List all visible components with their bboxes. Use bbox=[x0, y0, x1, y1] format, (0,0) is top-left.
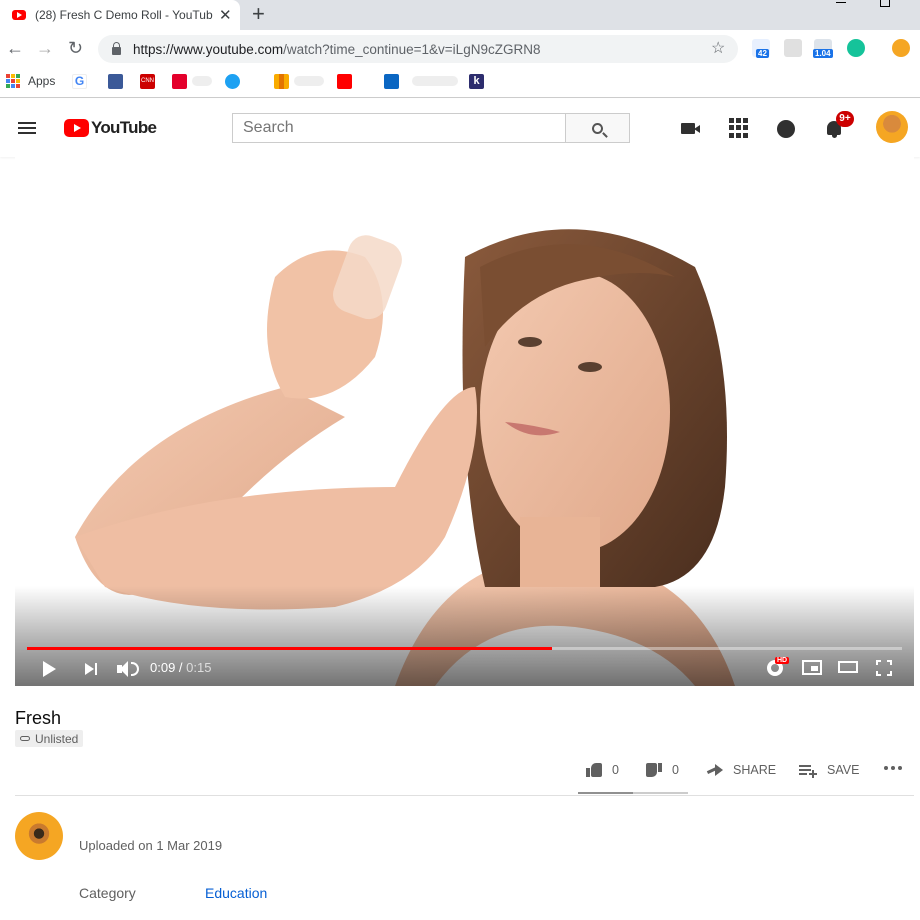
close-tab-icon[interactable]: ✕ bbox=[219, 6, 232, 24]
messages-icon[interactable] bbox=[777, 120, 795, 138]
like-count: 0 bbox=[612, 763, 619, 777]
video-player[interactable]: 0:09 / 0:15 HD bbox=[15, 157, 914, 686]
more-actions-icon[interactable] bbox=[884, 766, 902, 770]
apps-grid-icon[interactable] bbox=[6, 74, 20, 88]
dislike-count: 0 bbox=[672, 763, 679, 777]
apps-bookmark[interactable]: Apps bbox=[28, 74, 55, 88]
create-video-icon[interactable] bbox=[681, 123, 700, 134]
extension-3-badge: 1.04 bbox=[813, 49, 833, 58]
current-time: 0:09 bbox=[150, 660, 176, 675]
thumbs-up-icon bbox=[586, 763, 602, 777]
sentiment-bar bbox=[578, 792, 688, 794]
lock-icon bbox=[112, 42, 121, 55]
divider bbox=[15, 795, 914, 796]
twitter-bookmark-icon[interactable] bbox=[225, 74, 240, 89]
dislike-button[interactable]: 0 bbox=[646, 758, 679, 782]
google-bookmark-icon[interactable]: G bbox=[72, 74, 87, 89]
speedometer-extension-icon[interactable]: 1.04 bbox=[813, 39, 833, 58]
youtube-logo[interactable]: YouTube bbox=[64, 118, 157, 138]
search-icon bbox=[592, 122, 603, 134]
cnn-bookmark-icon[interactable]: CNN bbox=[140, 74, 155, 89]
save-button[interactable]: SAVE bbox=[799, 758, 859, 782]
youtube-play-logo-icon bbox=[64, 119, 89, 137]
upload-date: Uploaded on 1 Mar 2019 bbox=[79, 838, 223, 853]
url-path: /watch?time_continue=1&v=iLgN9cZGRN8 bbox=[283, 41, 541, 57]
bookmark-blurred[interactable] bbox=[192, 76, 212, 86]
next-video-icon[interactable] bbox=[85, 662, 99, 676]
browser-toolbar: ← → ↻ https://www.youtube.com/watch?time… bbox=[0, 30, 920, 68]
progress-bar[interactable] bbox=[27, 647, 902, 650]
minimize-window-button[interactable] bbox=[836, 2, 846, 3]
bookmark-star-icon[interactable]: ☆ bbox=[711, 38, 725, 58]
bookmark-red-icon[interactable] bbox=[172, 74, 187, 89]
duration: 0:15 bbox=[186, 660, 212, 675]
video-title: Fresh bbox=[15, 708, 62, 728]
new-tab-button[interactable]: + bbox=[252, 2, 265, 26]
maximize-window-button[interactable] bbox=[880, 0, 890, 7]
address-bar[interactable]: https://www.youtube.com/watch?time_conti… bbox=[98, 35, 738, 63]
youtube-logo-text: YouTube bbox=[91, 118, 157, 137]
bookmark-blurred[interactable] bbox=[294, 76, 324, 86]
browser-tab-strip: (28) Fresh C Demo Roll - YouTube ✕ + bbox=[0, 0, 920, 30]
hd-badge: HD bbox=[775, 657, 790, 664]
extension-1-icon[interactable]: 42 bbox=[752, 39, 770, 58]
back-arrow-icon[interactable]: ← bbox=[6, 38, 24, 58]
facebook-bookmark-icon[interactable] bbox=[108, 74, 123, 89]
link-icon bbox=[20, 736, 30, 741]
play-icon[interactable] bbox=[43, 661, 56, 677]
search-input[interactable] bbox=[232, 113, 566, 143]
progress-played bbox=[27, 647, 552, 650]
youtube-bookmark-icon[interactable] bbox=[337, 74, 352, 89]
category-link[interactable]: Education bbox=[205, 885, 267, 901]
fullscreen-icon[interactable] bbox=[876, 660, 892, 676]
miniplayer-icon[interactable] bbox=[802, 660, 822, 675]
category-label: Category bbox=[79, 885, 136, 901]
bookmark-blurred[interactable] bbox=[412, 76, 458, 86]
menu-icon[interactable] bbox=[18, 122, 36, 134]
save-playlist-icon bbox=[799, 764, 817, 778]
analytics-bookmark-icon[interactable] bbox=[274, 74, 289, 89]
save-label: SAVE bbox=[827, 763, 860, 777]
sentiment-fill bbox=[578, 792, 633, 794]
linkedin-bookmark-icon[interactable] bbox=[384, 74, 399, 89]
browser-tab[interactable]: (28) Fresh C Demo Roll - YouTube ✕ bbox=[0, 0, 240, 30]
theater-mode-icon[interactable] bbox=[838, 661, 858, 673]
time-display: 0:09 / 0:15 bbox=[150, 660, 212, 675]
apps-icon[interactable] bbox=[729, 118, 749, 138]
k-bookmark-icon[interactable]: k bbox=[469, 74, 484, 89]
notification-count-badge: 9+ bbox=[836, 111, 854, 127]
forward-arrow-icon[interactable]: → bbox=[36, 38, 54, 58]
unlisted-badge: Unlisted bbox=[15, 730, 84, 747]
search-button[interactable] bbox=[565, 113, 630, 143]
url-text: https://www.youtube.com/watch?time_conti… bbox=[133, 42, 540, 57]
profile-avatar-icon[interactable] bbox=[892, 39, 910, 57]
visibility-label: Unlisted bbox=[35, 731, 79, 746]
tab-title: (28) Fresh C Demo Roll - YouTube bbox=[35, 8, 213, 22]
url-host: https://www.youtube.com bbox=[133, 41, 284, 57]
youtube-favicon-icon bbox=[12, 10, 26, 20]
extension-2-icon[interactable] bbox=[784, 39, 802, 57]
account-avatar[interactable] bbox=[876, 111, 908, 143]
extension-1-badge: 42 bbox=[756, 49, 769, 58]
bookmarks-bar: Apps G CNN k bbox=[0, 68, 920, 98]
share-icon bbox=[707, 764, 723, 776]
thumbs-down-icon bbox=[646, 763, 662, 777]
share-label: SHARE bbox=[733, 763, 777, 777]
youtube-masthead: YouTube 9+ bbox=[0, 99, 920, 157]
grammarly-icon[interactable] bbox=[847, 39, 865, 57]
reload-icon[interactable]: ↻ bbox=[68, 38, 83, 58]
channel-avatar[interactable] bbox=[15, 812, 63, 860]
like-button[interactable]: 0 bbox=[586, 758, 619, 782]
share-button[interactable]: SHARE bbox=[707, 758, 776, 782]
